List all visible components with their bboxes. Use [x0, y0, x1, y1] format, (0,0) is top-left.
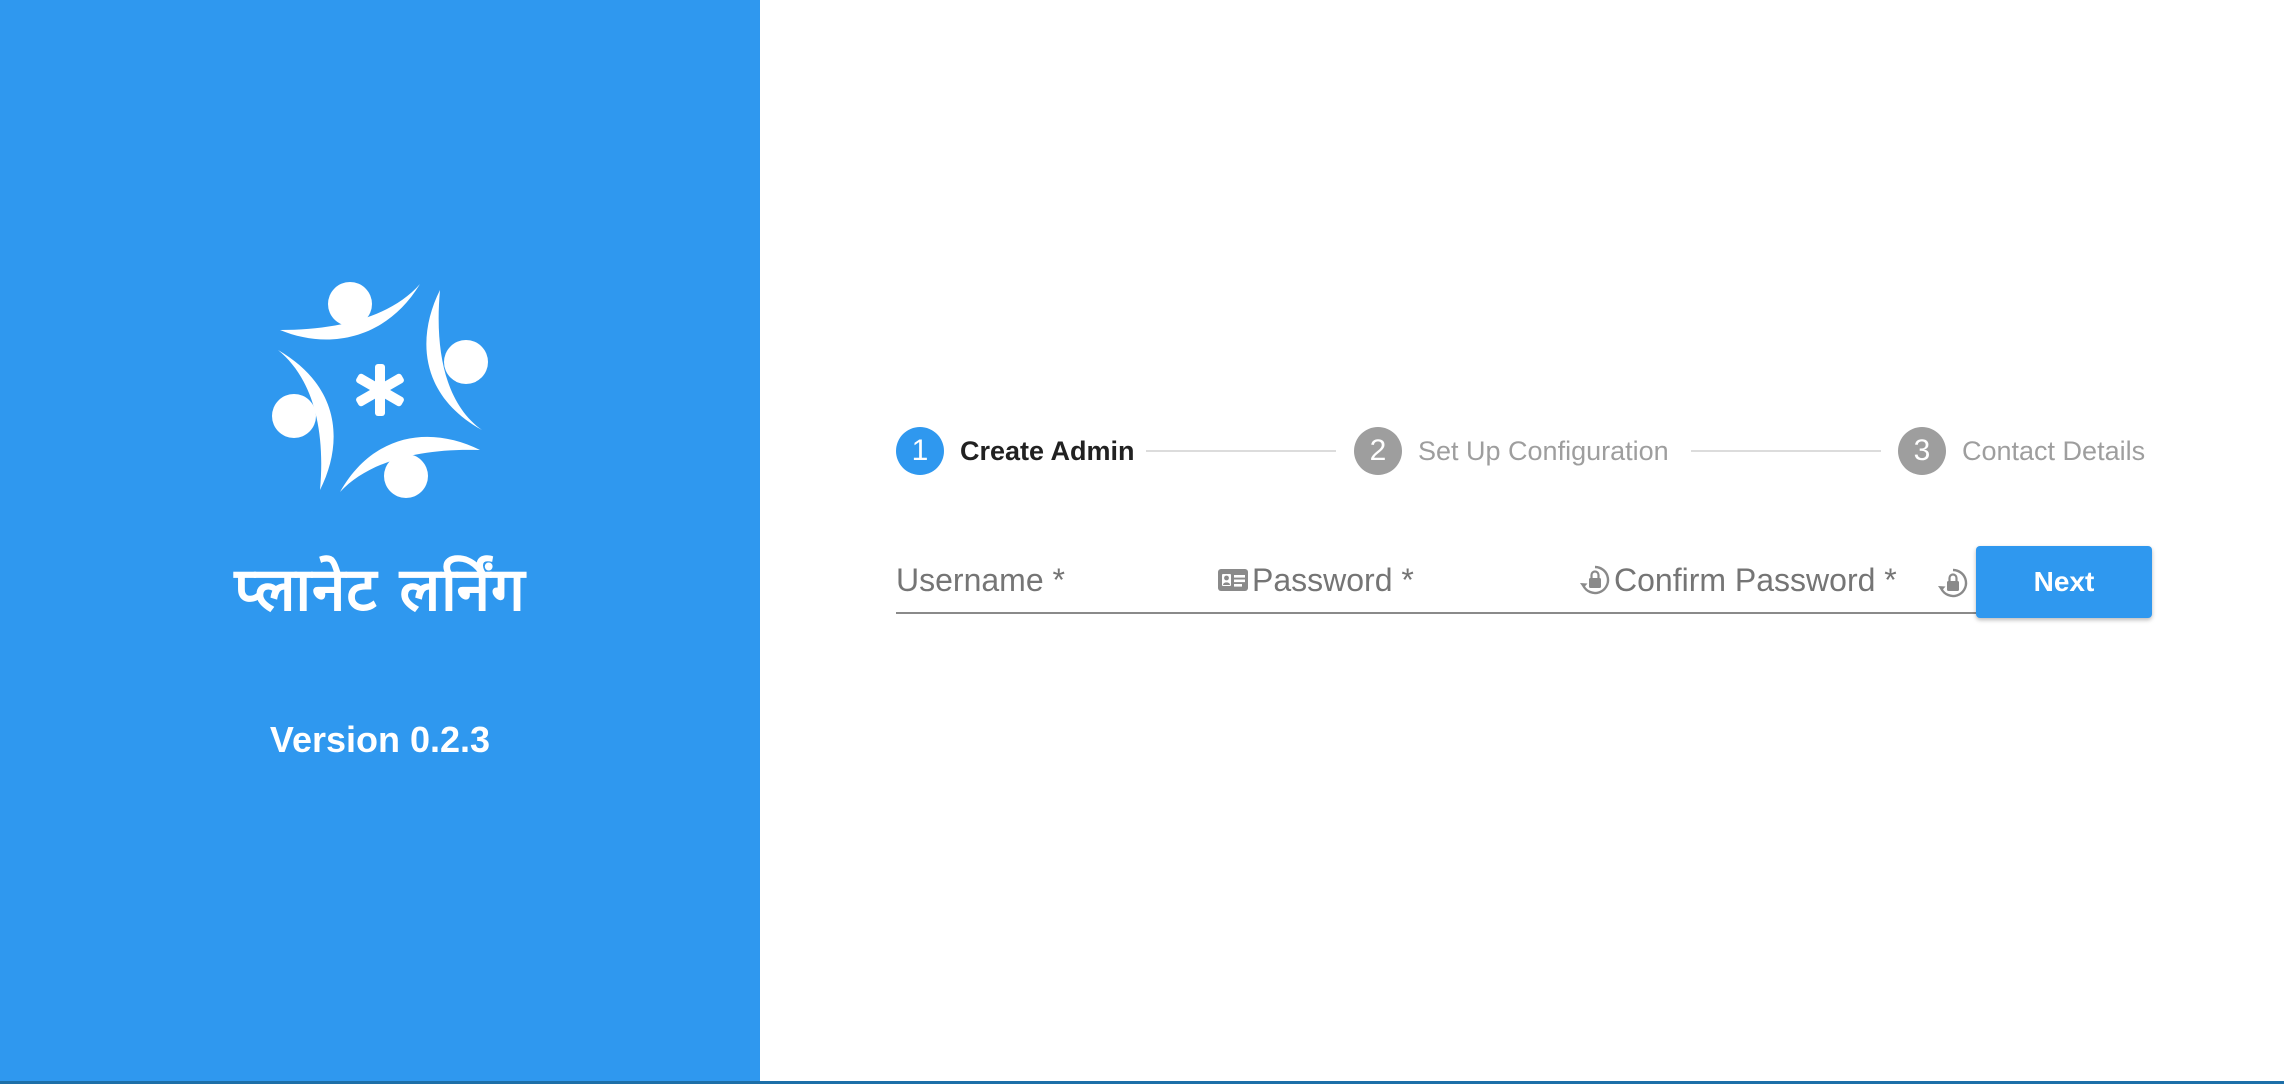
- version-label: Version 0.2.3: [269, 719, 491, 760]
- confirm-password-input[interactable]: [1614, 558, 1934, 602]
- step-number: 2: [1354, 427, 1402, 475]
- username-field: [896, 556, 1206, 604]
- brand-panel: प्लानेट लर्निंग Version 0.2.3: [0, 0, 760, 1081]
- setup-stepper: 1 Create Admin 2 Set Up Configuration 3 …: [896, 426, 2152, 476]
- step-contact-details[interactable]: 3 Contact Details: [1898, 426, 2145, 476]
- password-input[interactable]: [1252, 558, 1572, 602]
- confirm-password-field: [1578, 556, 1934, 604]
- id-card-icon: [1218, 569, 1248, 591]
- username-input[interactable]: [896, 558, 1206, 602]
- step-number: 1: [896, 427, 944, 475]
- password-field: [1216, 556, 1572, 604]
- lock-icon: [1938, 568, 1968, 598]
- step-connector: [1146, 450, 1336, 452]
- lock-icon: [1580, 565, 1610, 595]
- step-create-admin[interactable]: 1 Create Admin: [896, 426, 1135, 476]
- step-set-up-configuration[interactable]: 2 Set Up Configuration: [1354, 426, 1669, 476]
- step-label: Create Admin: [960, 435, 1135, 466]
- setup-page: प्लानेट लर्निंग Version 0.2.3 1 Create A…: [0, 0, 2284, 1084]
- planet-learning-logo-icon: [272, 282, 488, 498]
- create-admin-form: Next: [896, 546, 2152, 618]
- step-connector: [1691, 450, 1881, 452]
- form-underline: [896, 612, 1976, 614]
- step-label: Contact Details: [1962, 435, 2146, 466]
- step-label: Set Up Configuration: [1418, 435, 1669, 466]
- brand-name: प्लानेट लर्निंग: [234, 555, 526, 625]
- next-button[interactable]: Next: [1976, 546, 2152, 618]
- step-number: 3: [1898, 427, 1946, 475]
